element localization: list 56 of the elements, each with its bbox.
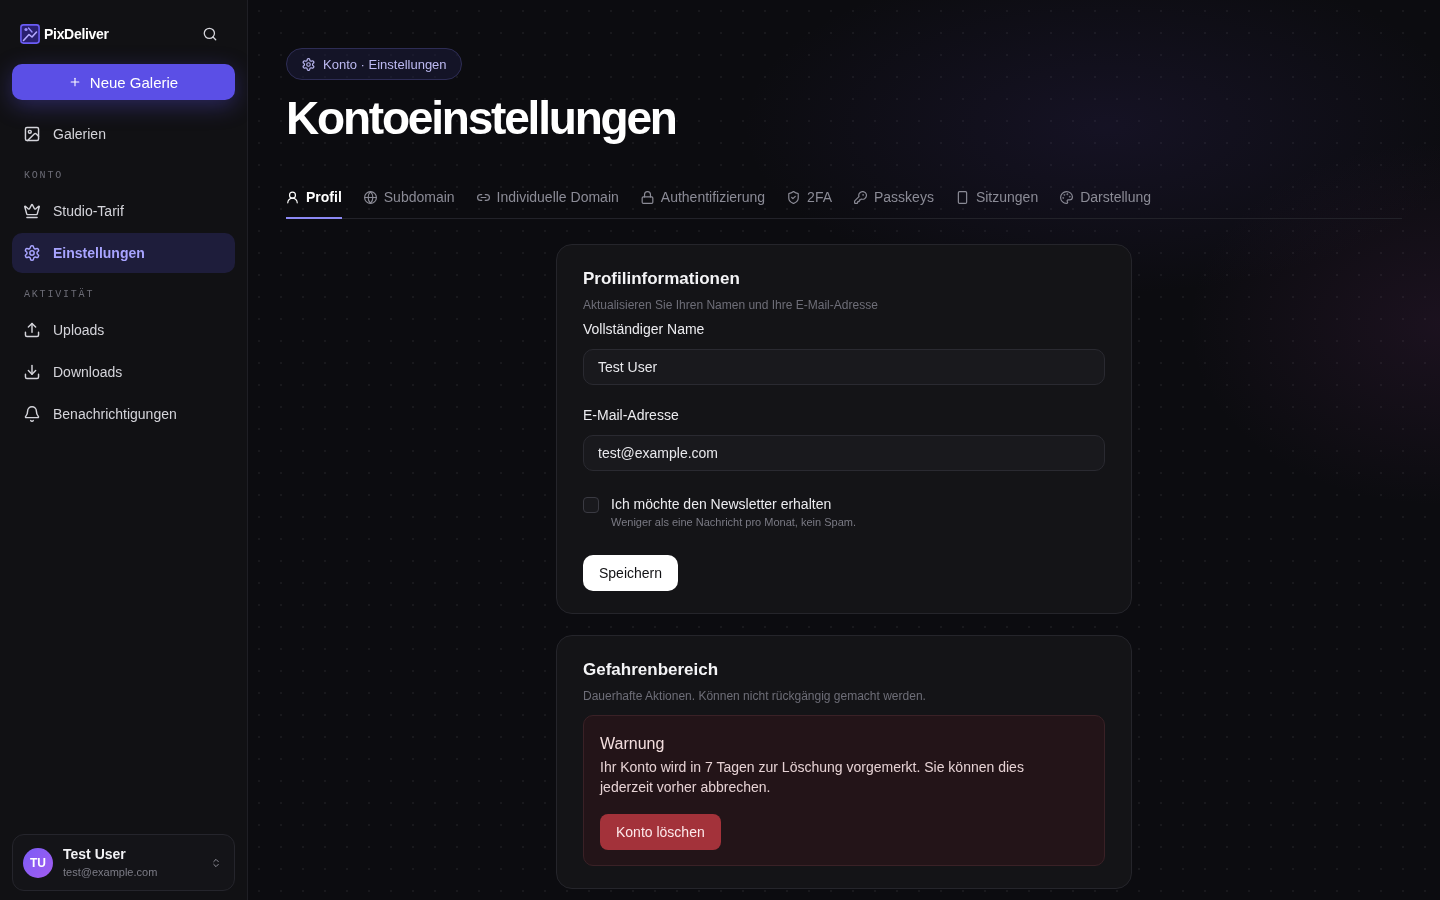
text-field[interactable]: test@example.com: [583, 435, 1105, 471]
globe-icon: [363, 190, 377, 204]
user-name: Test User: [63, 846, 127, 862]
image-icon: [24, 126, 40, 142]
brand-name: PixDeliver: [44, 26, 109, 42]
user-icon: [286, 190, 299, 204]
tab[interactable]: Subdomain: [363, 178, 455, 219]
checkbox[interactable]: [583, 497, 599, 513]
card-title: Profilinformationen: [583, 268, 741, 290]
save-button[interactable]: Speichern: [583, 555, 679, 591]
delete-account-button[interactable]: Konto löschen: [600, 814, 721, 850]
field-label: Vollständiger Name: [583, 320, 706, 338]
shield-check-icon: [787, 190, 801, 204]
tab[interactable]: Profil: [286, 178, 342, 219]
tab[interactable]: Darstellung: [1060, 178, 1152, 219]
crown-icon: [24, 203, 40, 219]
key-icon: [854, 190, 867, 204]
new-gallery-button[interactable]: Neue Galerie: [12, 64, 235, 100]
search-icon[interactable]: [203, 27, 217, 41]
tab[interactable]: Sitzungen: [955, 178, 1039, 219]
user-email: test@example.com: [63, 865, 159, 879]
warning-text: Ihr Konto wird in 7 Tagen zur Löschung vorgemerkt. Sie können dies jederzeit vorher abbrechen.: [600, 758, 1025, 797]
account-switcher[interactable]: TU Test User test@example.com: [12, 834, 235, 891]
tab[interactable]: Individuelle Domain: [476, 178, 619, 219]
upload-icon: [24, 322, 40, 338]
breadcrumb-text: Konto · Einstellungen: [323, 56, 447, 72]
card-subtitle: Dauerhafte Aktionen. Können nicht rückgängig gemacht werden.: [583, 688, 927, 704]
sidebar-item[interactable]: Galerien: [12, 114, 235, 154]
page-title: Kontoeinstellungen: [286, 93, 677, 143]
sidebar-item[interactable]: Studio-Tarif: [12, 191, 235, 231]
download-icon: [24, 364, 40, 380]
field-label: E-Mail-Adresse: [583, 406, 680, 424]
tab[interactable]: Authentifizierung: [640, 178, 766, 219]
logo-icon: [20, 24, 40, 44]
checkbox-label: Ich möchte den Newsletter erhalten: [611, 495, 833, 513]
sidebar-item[interactable]: Downloads: [12, 352, 235, 392]
card-title: Gefahrenbereich: [583, 659, 720, 681]
gear-icon: [24, 245, 40, 261]
gear-icon: [302, 57, 315, 71]
warning-title: Warnung: [600, 734, 666, 754]
section-label: KONTO: [23, 169, 64, 183]
sidebar-item[interactable]: Uploads: [12, 310, 235, 350]
text-field[interactable]: Test User: [583, 349, 1105, 385]
sidebar-item[interactable]: Einstellungen: [12, 233, 235, 273]
plus-icon: [68, 76, 81, 88]
bell-icon: [24, 406, 40, 422]
avatar: TU: [23, 847, 53, 878]
phone-icon: [955, 190, 969, 204]
checkbox-hint: Weniger als eine Nachricht pro Monat, kein Spam.: [611, 515, 856, 529]
tab[interactable]: 2FA: [787, 178, 832, 219]
section-label: AKTIVITÄT: [23, 287, 96, 302]
card-subtitle: Aktualisieren Sie Ihren Namen und Ihre E-Mail-Adresse: [583, 297, 879, 313]
tab[interactable]: Passkeys: [854, 178, 934, 219]
sidebar-item[interactable]: Benachrichtigungen: [12, 394, 235, 434]
palette-icon: [1060, 190, 1074, 204]
lock-icon: [640, 190, 654, 204]
